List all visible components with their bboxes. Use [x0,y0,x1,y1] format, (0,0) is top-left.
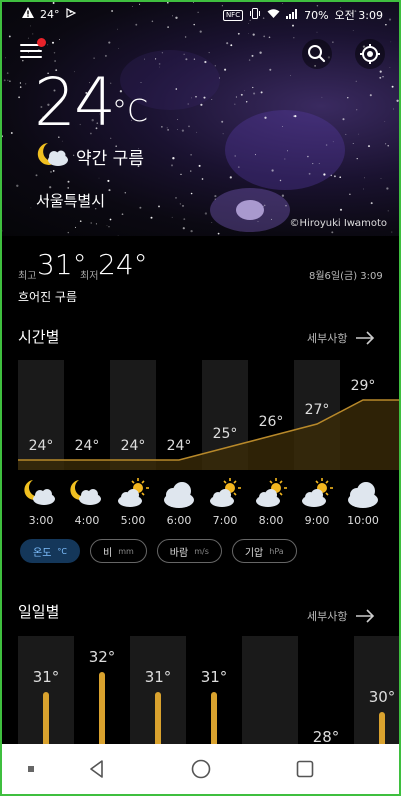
hour-time: 3:00 [28,514,54,527]
home-circle-icon [191,759,211,779]
hour-temp: 25° [212,426,238,442]
back-triangle-icon [90,760,103,778]
search-icon [308,45,326,63]
hour-time: 10:00 [347,514,379,527]
metric-chips: 온도 °C 비 mm 바람 m/s 기압 hPa [20,539,297,563]
day-temp: 30° [368,688,396,706]
sun-cloud-icon [297,476,337,512]
vibrate-icon [249,8,261,22]
day-temp: 31° [144,668,172,686]
chip-label: 바람 [169,547,189,559]
metric-chip[interactable]: 비 mm [90,539,147,563]
metric-chip[interactable]: 기압 hPa [231,539,297,563]
warning-icon [22,7,34,21]
hourly-detail-link[interactable]: 세부사항 [307,330,375,346]
day-bar [99,672,105,750]
sun-cloud-icon [251,476,291,512]
nfc-icon: NFC [222,9,244,21]
daily-title: 일일별 [18,603,60,621]
chip-unit: hPa [269,546,284,556]
cloud-icon [343,476,383,512]
chip-label: 비 [103,547,113,559]
day-bar [211,692,217,750]
hour-time: 4:00 [74,514,100,527]
recents-button[interactable] [290,754,320,784]
daily-detail-link[interactable]: 세부사항 [307,608,375,624]
status-bar: 24° NFC 70% 오전 3:09 [0,0,401,30]
sun-cloud-icon [113,476,153,512]
crosshair-icon [360,44,380,64]
moon-cloud-icon [21,476,61,512]
square-small-icon [28,766,34,772]
chip-unit: °C [57,546,67,556]
menu-button[interactable] [20,44,42,62]
hero-background: 24 °C 약간 구름 서울특별시 ©Hiroyuki Iwamoto [0,0,401,236]
recents-square-icon [296,760,314,778]
hour-time: 7:00 [212,514,238,527]
low-temp: 24° [98,248,148,281]
city-name[interactable]: 서울특별시 [36,190,105,211]
chip-label: 온도 [33,547,52,559]
current-condition: 약간 구름 [76,149,144,169]
hour-temp: 24° [166,438,192,454]
hourly-detail-label: 세부사항 [307,332,348,345]
wifi-icon [267,8,280,22]
hour-temp: 24° [74,438,100,454]
hour-temp: 26° [258,414,284,430]
today-description: 흐어진 구름 [18,290,78,304]
day-bar [43,692,49,750]
metric-chip[interactable]: 온도 °C [20,539,80,563]
temperature-unit: °C [112,94,148,129]
hour-time: 5:00 [120,514,146,527]
clock: 오전 3:09 [334,9,383,22]
play-icon [65,7,76,21]
sun-cloud-icon [205,476,245,512]
metric-chip[interactable]: 바람 m/s [156,539,222,563]
chip-label: 기압 [244,547,264,559]
hour-time: 6:00 [166,514,192,527]
back-button[interactable] [82,754,112,784]
home-button[interactable] [186,754,216,784]
battery-text: 70% [304,8,329,22]
search-button[interactable] [302,39,332,69]
status-temp: 24° [40,7,60,21]
daily-detail-label: 세부사항 [307,610,348,623]
nav-menu-button[interactable] [16,754,46,784]
day-temp: 32° [88,648,116,666]
high-label: 최고 [18,271,37,282]
hourly-line-chart [18,399,401,470]
moon-cloud-icon [67,476,107,512]
current-temperature: 24 [34,64,116,141]
hour-temp: 29° [350,378,376,394]
cloud-icon [159,476,199,512]
hour-temp: 24° [28,438,54,454]
date-time: 8월6일(금) 3:09 [309,271,383,282]
hour-temp: 27° [304,402,330,418]
status-left: 24° [22,7,76,21]
chip-unit: m/s [194,546,209,556]
hour-temp: 24° [120,438,146,454]
chip-unit: mm [118,546,134,556]
day-bar [155,692,161,750]
day-column-bg [242,636,298,746]
hourly-title: 시간별 [18,328,60,346]
notification-dot [37,38,46,47]
day-temp: 31° [200,668,228,686]
low-label: 최저 [80,271,99,282]
navigation-bar [2,744,399,794]
arrow-right-icon [356,331,375,345]
hour-time: 8:00 [258,514,284,527]
status-right: NFC 70% 오전 3:09 [222,7,383,23]
hour-time: 9:00 [304,514,330,527]
day-temp: 31° [32,668,60,686]
daily-chart: 31°32°31°31°27°28°30° [0,636,401,766]
hourly-chart: 24° 3:00 24° 4:00 24° 5:00 24° 6:00 25° 7:00 26° 8:… [0,358,401,528]
signal-icon [286,8,298,22]
arrow-right-icon [356,609,375,623]
photo-credit: ©Hiroyuki Iwamoto [289,218,387,229]
location-button[interactable] [355,39,385,69]
moon-cloud-icon [34,140,70,174]
